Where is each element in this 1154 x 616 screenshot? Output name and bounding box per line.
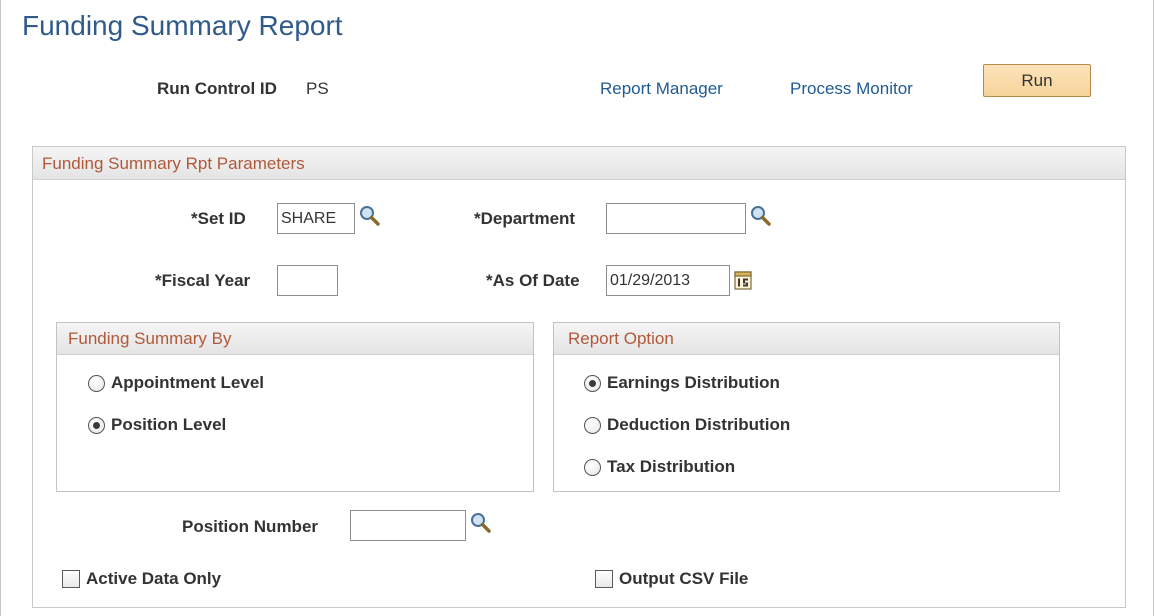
deduction-distribution-option[interactable]: Deduction Distribution bbox=[584, 415, 790, 435]
report-manager-link[interactable]: Report Manager bbox=[600, 79, 723, 99]
set-id-input[interactable]: SHARE bbox=[277, 203, 355, 234]
as-of-date-input[interactable]: 01/29/2013 bbox=[606, 265, 730, 296]
tax-distribution-label: Tax Distribution bbox=[607, 457, 736, 476]
funding-summary-by-title: Funding Summary By bbox=[68, 329, 232, 348]
appointment-level-label: Appointment Level bbox=[111, 373, 265, 392]
department-label: *Department bbox=[474, 209, 576, 228]
run-control-id-label: Run Control ID bbox=[157, 79, 277, 98]
fiscal-year-label: *Fiscal Year bbox=[155, 271, 251, 290]
position-number-input[interactable] bbox=[350, 510, 466, 541]
funding-summary-by-header: Funding Summary By bbox=[57, 323, 533, 355]
deduction-distribution-radio[interactable] bbox=[584, 416, 601, 434]
department-lookup-icon[interactable] bbox=[749, 204, 773, 228]
department-input[interactable] bbox=[606, 203, 746, 234]
active-data-only-option[interactable]: Active Data Only bbox=[62, 569, 221, 589]
position-level-radio[interactable] bbox=[88, 416, 105, 434]
active-data-only-label: Active Data Only bbox=[86, 569, 222, 588]
page-left-border bbox=[0, 0, 1, 616]
process-monitor-link[interactable]: Process Monitor bbox=[790, 79, 913, 99]
fiscal-year-input[interactable] bbox=[277, 265, 338, 296]
output-csv-label: Output CSV File bbox=[619, 569, 749, 588]
appointment-level-option[interactable]: Appointment Level bbox=[88, 373, 264, 393]
page-title: Funding Summary Report bbox=[22, 10, 343, 41]
position-number-lookup-icon[interactable] bbox=[469, 511, 493, 535]
earnings-distribution-radio[interactable] bbox=[584, 374, 601, 392]
tax-distribution-option[interactable]: Tax Distribution bbox=[584, 457, 735, 477]
report-option-header: Report Option bbox=[554, 323, 1059, 355]
output-csv-checkbox[interactable] bbox=[595, 570, 613, 588]
earnings-distribution-label: Earnings Distribution bbox=[607, 373, 780, 392]
tax-distribution-radio[interactable] bbox=[584, 458, 601, 476]
appointment-level-radio[interactable] bbox=[88, 374, 105, 392]
run-button[interactable]: Run bbox=[983, 64, 1091, 97]
earnings-distribution-option[interactable]: Earnings Distribution bbox=[584, 373, 780, 393]
output-csv-option[interactable]: Output CSV File bbox=[595, 569, 748, 589]
parameters-panel-title: Funding Summary Rpt Parameters bbox=[42, 154, 305, 173]
deduction-distribution-label: Deduction Distribution bbox=[607, 415, 791, 434]
as-of-date-label: *As Of Date bbox=[486, 271, 580, 290]
run-control-id-value: PS bbox=[306, 79, 329, 98]
position-level-label: Position Level bbox=[111, 415, 227, 434]
parameters-panel-header: Funding Summary Rpt Parameters bbox=[33, 147, 1125, 180]
position-number-label: Position Number bbox=[182, 517, 319, 536]
set-id-lookup-icon[interactable] bbox=[358, 204, 382, 228]
set-id-label: *Set ID bbox=[191, 209, 246, 228]
active-data-only-checkbox[interactable] bbox=[62, 570, 80, 588]
report-option-title: Report Option bbox=[568, 329, 674, 348]
funding-summary-by-group: Funding Summary By bbox=[56, 322, 534, 492]
position-level-option[interactable]: Position Level bbox=[88, 415, 226, 435]
calendar-icon[interactable] bbox=[734, 270, 752, 290]
